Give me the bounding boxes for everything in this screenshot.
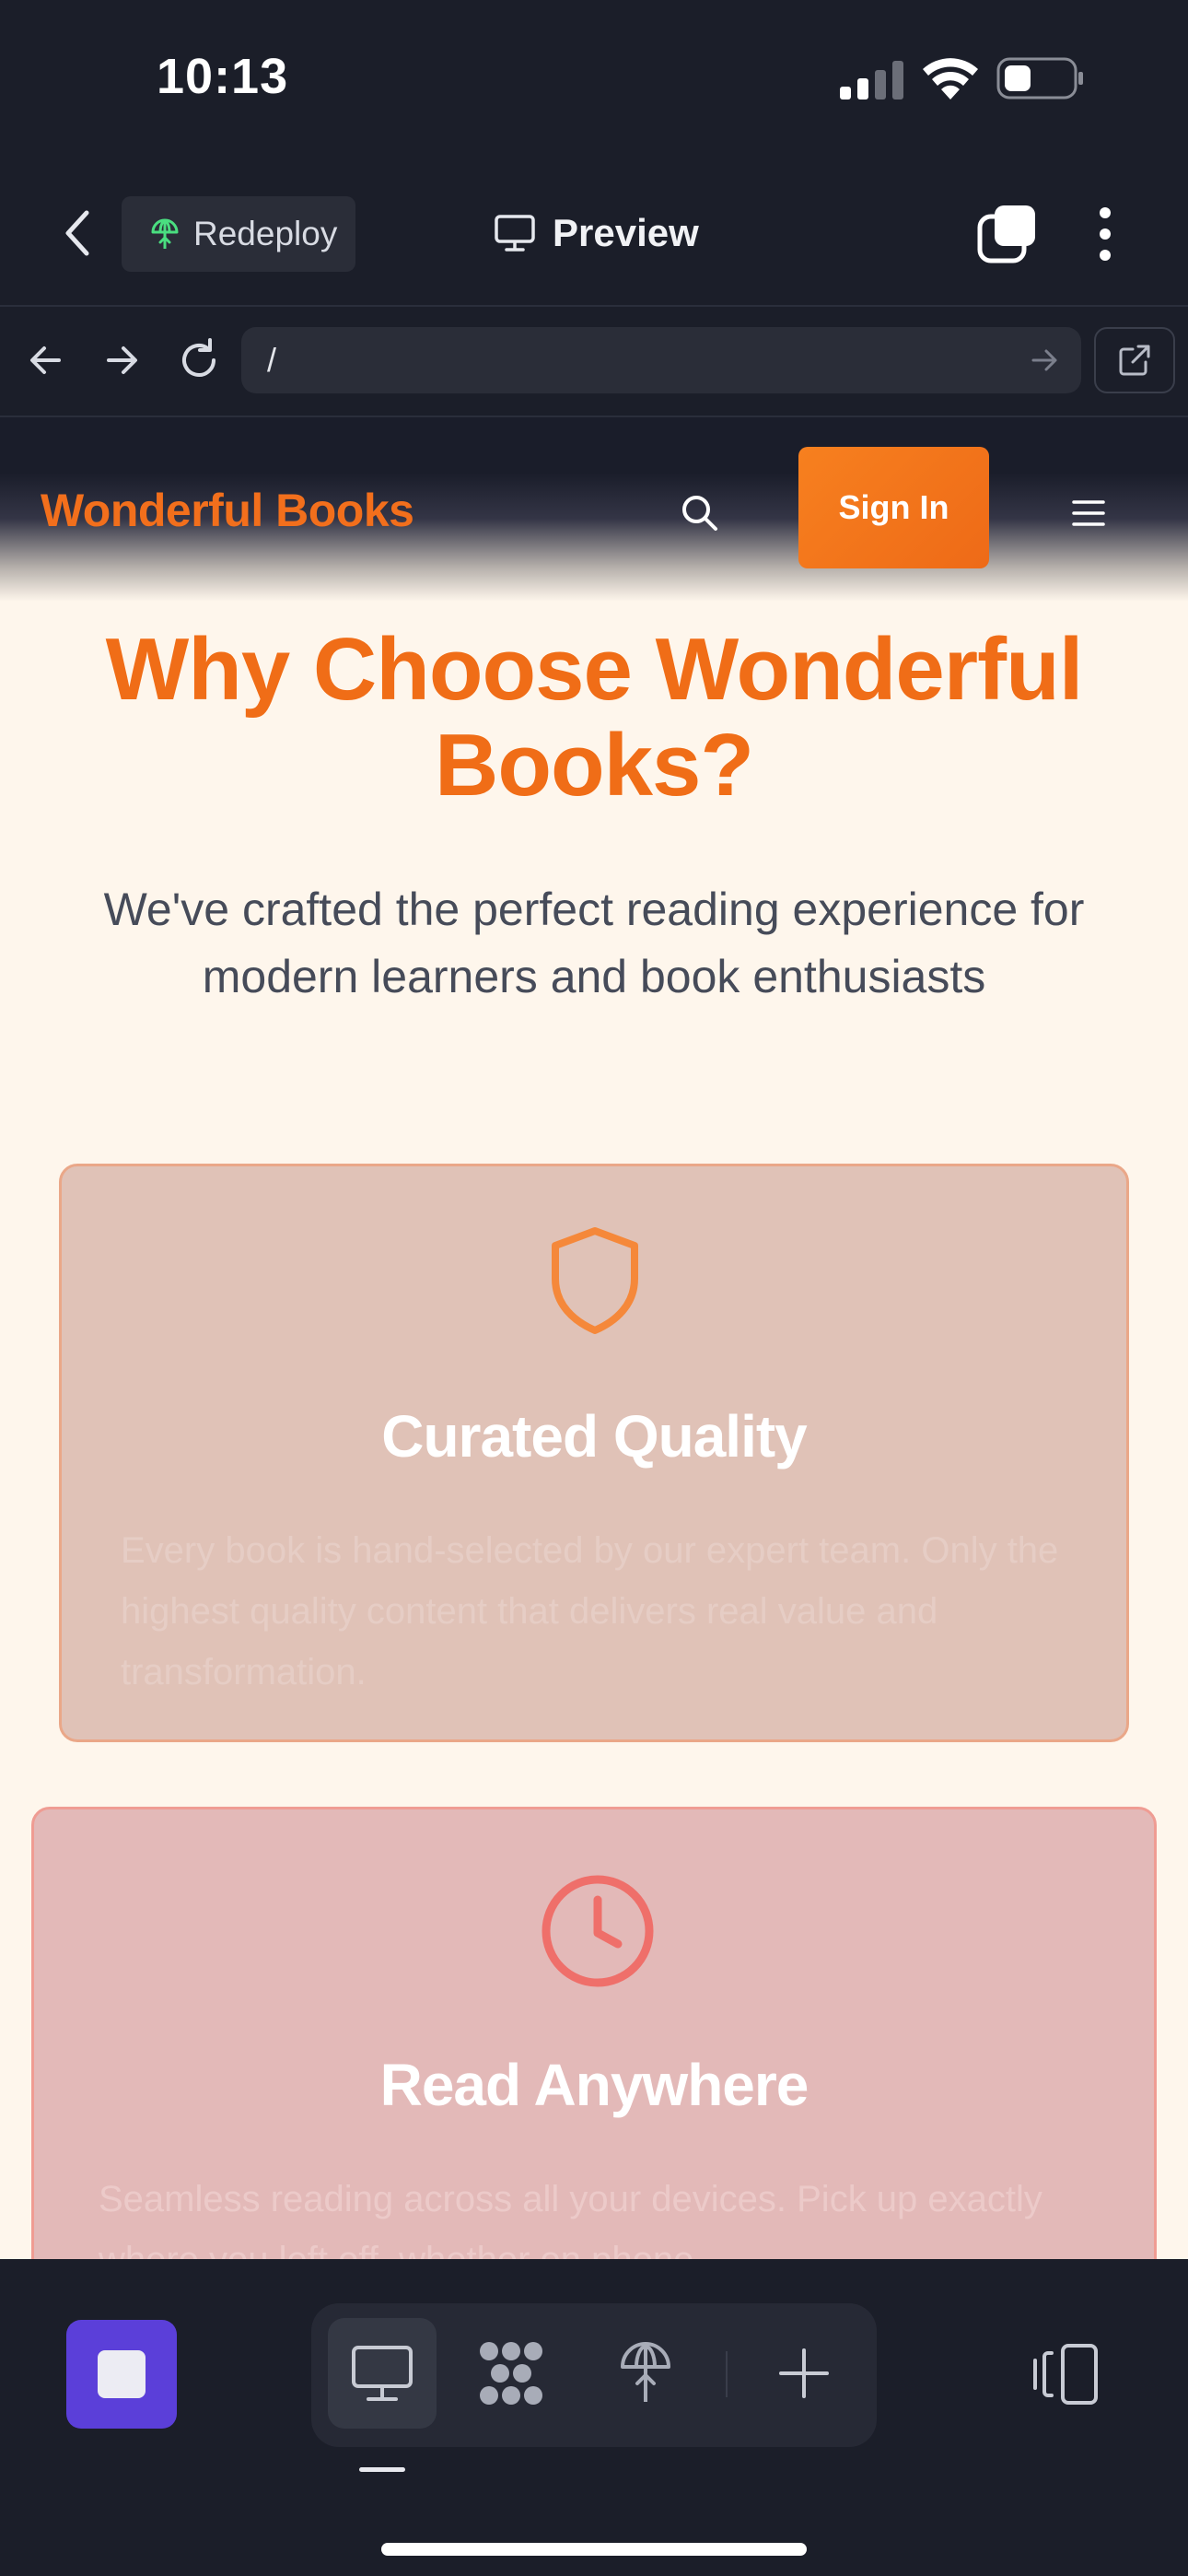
toolbar-divider	[726, 2351, 728, 2397]
deploy-icon	[621, 2342, 670, 2402]
monitor-icon	[495, 215, 535, 252]
arrow-right-icon[interactable]	[96, 334, 147, 386]
section-title: Why Choose Wonderful Books?	[105, 620, 1084, 814]
feature-title: Curated Quality	[381, 1403, 808, 1469]
redeploy-label: Redeploy	[193, 215, 338, 252]
home-indicator	[381, 2543, 807, 2556]
device-toggle-icon[interactable]	[1030, 2342, 1101, 2406]
arrow-left-icon[interactable]	[20, 334, 72, 386]
more-options-icon[interactable]	[1087, 204, 1124, 264]
status-time: 10:13	[157, 49, 289, 104]
search-icon[interactable]	[678, 491, 720, 533]
tabs-icon[interactable]	[976, 204, 1037, 264]
preview-title: Preview	[494, 205, 699, 261]
stop-icon	[98, 2350, 146, 2398]
add-button[interactable]	[750, 2318, 858, 2429]
hamburger-menu-icon[interactable]	[1070, 495, 1107, 532]
active-mode-indicator	[359, 2467, 405, 2472]
feature-title: Read Anywhere	[379, 2052, 809, 2118]
url-value: /	[267, 341, 277, 379]
back-chevron-icon[interactable]	[55, 205, 101, 261]
go-arrow-icon[interactable]	[1028, 344, 1061, 377]
deploy-icon	[151, 218, 179, 249]
preview-viewport: Wonderful Books Sign In Why Choose Wonde…	[0, 417, 1188, 2259]
status-bar: 10:13	[0, 0, 1188, 161]
reload-icon[interactable]	[173, 334, 225, 386]
preview-label: Preview	[553, 211, 699, 254]
open-external-button[interactable]	[1094, 327, 1175, 393]
site-logo[interactable]: Wonderful Books	[41, 484, 414, 537]
section-subtitle: We've crafted the perfect reading experi…	[103, 884, 1085, 1002]
desktop-icon	[352, 2346, 413, 2401]
site-navbar: Wonderful Books Sign In	[0, 417, 1188, 602]
sign-in-button[interactable]: Sign In	[798, 447, 989, 568]
feature-card-curated-quality: Curated Quality Every book is hand-selec…	[59, 1164, 1129, 1742]
stop-button[interactable]	[66, 2320, 177, 2429]
feature-card-read-anywhere: Read Anywhere Seamless reading across al…	[31, 1807, 1157, 2259]
apps-mode-button[interactable]	[457, 2318, 565, 2429]
external-link-icon	[1119, 345, 1150, 376]
view-mode-switcher	[311, 2303, 877, 2447]
clock-icon	[542, 1875, 654, 1987]
shield-icon	[552, 1227, 638, 1334]
url-field[interactable]: /	[241, 327, 1081, 393]
battery-icon	[996, 57, 1083, 100]
bottom-toolbar	[0, 2259, 1188, 2576]
deploy-mode-button[interactable]	[591, 2318, 700, 2429]
browser-bar: /	[0, 307, 1188, 417]
plus-icon	[779, 2348, 829, 2398]
cellular-signal-icon	[840, 61, 903, 100]
redeploy-button[interactable]: Redeploy	[122, 196, 355, 272]
feature-description: Every book is hand-selected by our exper…	[121, 1530, 1059, 1692]
desktop-mode-button[interactable]	[328, 2318, 437, 2429]
feature-description: Seamless reading across all your devices…	[99, 2179, 1042, 2259]
wifi-icon	[923, 58, 978, 100]
app-header: Redeploy Preview	[0, 161, 1188, 307]
grid-icon	[480, 2342, 542, 2405]
